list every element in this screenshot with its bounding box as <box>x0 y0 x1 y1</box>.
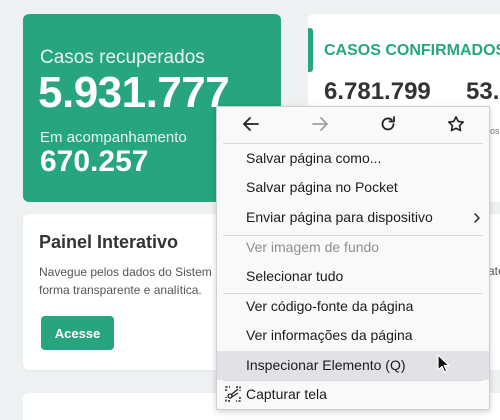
page: Casos recuperados 5.931.777 Em acompanha… <box>0 0 500 420</box>
menu-item-select-all[interactable]: Selecionar tudo <box>217 262 489 291</box>
menu-item-save-page-as[interactable]: Salvar página como... <box>217 144 489 173</box>
menu-item-label: Ver informações da página <box>246 327 413 343</box>
arrow-left-icon <box>243 117 259 131</box>
menu-navigation-row <box>217 107 489 141</box>
star-icon <box>448 116 464 132</box>
confirmed-secondary-value: 53. <box>466 78 500 105</box>
back-button[interactable] <box>238 111 264 137</box>
confirmed-value: 6.781.799 <box>324 78 431 105</box>
monitoring-label: Em acompanhamento <box>40 129 187 146</box>
menu-item-label: Salvar página como... <box>246 150 382 166</box>
panel-title: Painel Interativo <box>39 232 179 252</box>
panel-description-line1: Navegue pelos dados do Sistem <box>39 265 212 279</box>
menu-item-label: Ver código-fonte da página <box>246 298 414 314</box>
mouse-cursor-icon <box>437 354 451 379</box>
menu-item-label: Salvar página no Pocket <box>246 179 398 195</box>
reload-icon <box>381 116 395 131</box>
menu-item-page-info[interactable]: Ver informações da página <box>217 321 489 350</box>
arrow-right-icon <box>312 117 328 131</box>
forward-button[interactable] <box>307 111 333 137</box>
confirmed-accent-bar <box>308 28 313 72</box>
panel-description-line2: forma transparente e analítica. <box>39 283 202 297</box>
menu-item-label: Selecionar tudo <box>246 268 344 284</box>
screenshot-icon <box>225 386 241 405</box>
menu-item-send-to-device[interactable]: Enviar página para dispositivo <box>217 203 489 232</box>
menu-item-label: Inspecionar Elemento (Q) <box>246 357 406 373</box>
menu-item-view-background-image: Ver imagem de fundo <box>217 233 489 262</box>
menu-item-label: Ver imagem de fundo <box>246 239 380 255</box>
confirmed-small-text: os <box>490 126 500 136</box>
menu-item-label: Enviar página para dispositivo <box>246 209 433 225</box>
monitoring-value: 670.257 <box>40 145 149 178</box>
access-button[interactable]: Acesse <box>41 316 114 350</box>
bookmark-button[interactable] <box>443 111 469 137</box>
menu-item-view-source[interactable]: Ver código-fonte da página <box>217 292 489 321</box>
recovered-value: 5.931.777 <box>38 68 230 117</box>
confirmed-title: CASOS CONFIRMADOS <box>324 42 500 59</box>
chevron-right-icon <box>473 211 481 227</box>
menu-item-label: Capturar tela <box>246 386 327 402</box>
reload-button[interactable] <box>375 111 401 137</box>
menu-item-take-screenshot[interactable]: Capturar tela <box>217 380 489 409</box>
menu-item-save-to-pocket[interactable]: Salvar página no Pocket <box>217 173 489 202</box>
recovered-label: Casos recuperados <box>40 47 205 68</box>
